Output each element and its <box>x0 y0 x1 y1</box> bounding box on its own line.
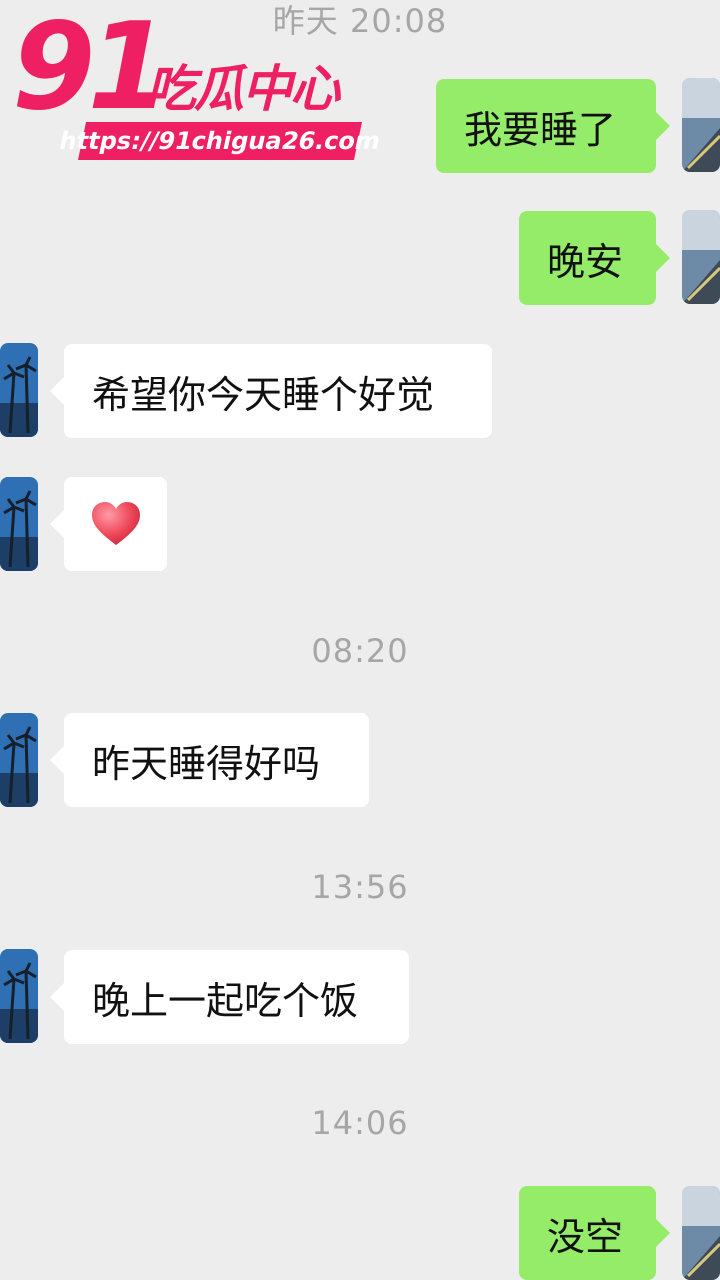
watermark-logo: 91 吃瓜中心 https://91chigua26.com <box>12 8 383 160</box>
watermark-number: 91 <box>12 0 171 137</box>
timestamp: 14:06 <box>311 1104 409 1142</box>
message-text: 没空 <box>547 1214 624 1259</box>
outgoing-message[interactable]: 没空 <box>519 1186 670 1280</box>
outgoing-message[interactable]: 晚安 <box>519 211 670 305</box>
contact-avatar[interactable] <box>0 949 38 1043</box>
heart-icon <box>92 502 140 545</box>
incoming-message[interactable]: 希望你今天睡个好觉 <box>50 344 492 438</box>
my-avatar[interactable] <box>682 78 720 172</box>
palm-tree-photo-icon <box>0 343 38 437</box>
message-text: 希望你今天睡个好觉 <box>92 372 435 417</box>
contact-avatar[interactable] <box>0 477 38 571</box>
incoming-message[interactable]: 晚上一起吃个饭 <box>50 950 409 1044</box>
message-text: 晚安 <box>547 239 624 284</box>
road-photo-icon <box>682 210 720 304</box>
palm-tree-photo-icon <box>0 949 38 1043</box>
message-text: 晚上一起吃个饭 <box>92 978 359 1023</box>
palm-tree-photo-icon <box>0 713 38 807</box>
timestamp: 13:56 <box>311 868 409 906</box>
timestamp: 08:20 <box>311 632 409 670</box>
incoming-message[interactable] <box>50 477 167 571</box>
contact-avatar[interactable] <box>0 713 38 807</box>
message-text: 昨天睡得好吗 <box>92 741 321 786</box>
incoming-message[interactable]: 昨天睡得好吗 <box>50 713 369 807</box>
message-text: 我要睡了 <box>464 107 617 152</box>
my-avatar[interactable] <box>682 210 720 304</box>
road-photo-icon <box>682 1186 720 1280</box>
watermark-url: https://91chigua26.com <box>57 122 383 160</box>
road-photo-icon <box>682 78 720 172</box>
my-avatar[interactable] <box>682 1186 720 1280</box>
watermark-name: 吃瓜中心 <box>146 60 340 118</box>
contact-avatar[interactable] <box>0 343 38 437</box>
outgoing-message[interactable]: 我要睡了 <box>436 79 670 173</box>
palm-tree-photo-icon <box>0 477 38 571</box>
